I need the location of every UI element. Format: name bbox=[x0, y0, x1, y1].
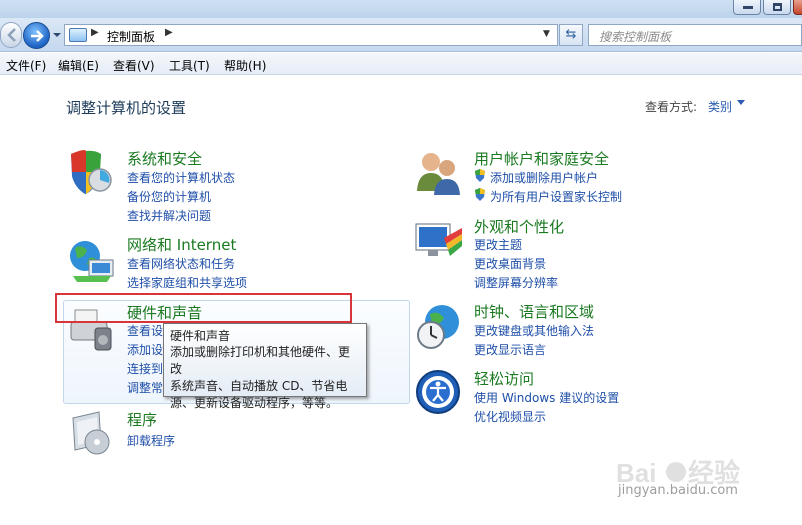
link-add-device[interactable]: 添加设 bbox=[127, 341, 163, 358]
ease-of-access-icon bbox=[416, 370, 460, 414]
tooltip-line: 系统声音、自动播放 CD、节省电 bbox=[170, 379, 348, 393]
category-system-security[interactable]: 系统和安全 bbox=[127, 148, 202, 169]
refresh-icon: ⇆ bbox=[565, 27, 577, 42]
uac-shield-icon bbox=[475, 188, 485, 201]
network-globe-icon bbox=[70, 241, 114, 282]
uac-shield-icon bbox=[475, 169, 485, 182]
clock-language-region-icon bbox=[417, 305, 459, 349]
category-network-internet[interactable]: 网络和 Internet bbox=[127, 234, 236, 255]
tooltip: 硬件和声音 添加或删除打印机和其他硬件、更改 系统声音、自动播放 CD、节省电 … bbox=[163, 323, 367, 410]
watermark-text: jingyan.baidu.com bbox=[618, 483, 738, 498]
title-bar bbox=[0, 0, 802, 18]
link-view-devices[interactable]: 查看设 bbox=[127, 322, 163, 339]
view-by-label: 查看方式: bbox=[645, 100, 698, 114]
menu-bar: 文件(F) 编辑(E) 查看(V) 工具(T) 帮助(H) bbox=[0, 53, 802, 75]
link-view-computer-status[interactable]: 查看您的计算机状态 bbox=[127, 169, 235, 186]
view-by-dropdown[interactable]: 类别 bbox=[708, 98, 732, 115]
link-adjust-common-settings[interactable]: 调整常 bbox=[127, 379, 163, 396]
category-appearance[interactable]: 外观和个性化 bbox=[474, 216, 564, 237]
minimize-button[interactable] bbox=[733, 0, 761, 15]
link-parental-controls[interactable]: 为所有用户设置家长控制 bbox=[490, 188, 622, 205]
recent-pages-dropdown-icon[interactable] bbox=[52, 31, 62, 39]
breadcrumb-control-panel[interactable]: 控制面板 bbox=[107, 28, 155, 45]
search-input[interactable]: 搜索控制面板 bbox=[599, 28, 671, 45]
forward-arrow-icon bbox=[31, 30, 44, 42]
category-ease-of-access[interactable]: 轻松访问 bbox=[474, 368, 534, 389]
maximize-icon bbox=[773, 3, 782, 11]
maximize-button[interactable] bbox=[763, 0, 791, 15]
forward-button[interactable] bbox=[23, 22, 50, 49]
back-button[interactable] bbox=[0, 22, 22, 48]
user-accounts-icon bbox=[417, 153, 460, 195]
control-panel-content: 调整计算机的设置 查看方式: 类别 系统和安全 查看您的计算机状态 备份您的计算… bbox=[0, 76, 802, 525]
highlight-box bbox=[55, 293, 352, 323]
tooltip-title: 硬件和声音 bbox=[170, 329, 231, 343]
link-troubleshoot[interactable]: 查找并解决问题 bbox=[127, 207, 211, 224]
menu-edit[interactable]: 编辑(E) bbox=[58, 57, 99, 74]
view-by-caret-icon[interactable] bbox=[737, 100, 745, 105]
navigation-bar: ▶ 控制面板 ▶ ▼ ⇆ 搜索控制面板 bbox=[0, 18, 802, 52]
link-change-keyboard[interactable]: 更改键盘或其他输入法 bbox=[474, 322, 594, 339]
category-clock-language-region[interactable]: 时钟、语言和区域 bbox=[474, 301, 594, 322]
address-bar[interactable]: ▶ 控制面板 ▶ ▼ bbox=[64, 24, 558, 46]
link-change-display-language[interactable]: 更改显示语言 bbox=[474, 341, 546, 358]
link-change-desktop-background[interactable]: 更改桌面背景 bbox=[474, 255, 546, 272]
link-windows-recommended-settings[interactable]: 使用 Windows 建议的设置 bbox=[474, 389, 619, 406]
system-security-shield-icon bbox=[71, 150, 112, 194]
link-uninstall-program[interactable]: 卸载程序 bbox=[127, 432, 175, 449]
search-box[interactable]: 搜索控制面板 bbox=[588, 24, 802, 46]
menu-help[interactable]: 帮助(H) bbox=[224, 57, 266, 74]
appearance-personalization-icon bbox=[415, 223, 462, 256]
breadcrumb-arrow-icon[interactable]: ▶ bbox=[91, 27, 99, 38]
refresh-button[interactable]: ⇆ bbox=[559, 24, 583, 46]
link-network-status[interactable]: 查看网络状态和任务 bbox=[127, 255, 235, 272]
programs-icon bbox=[72, 411, 110, 455]
close-button[interactable] bbox=[793, 0, 802, 15]
tooltip-line: 源、更新设备驱动程序，等等。 bbox=[170, 396, 339, 410]
control-panel-icon bbox=[69, 28, 87, 42]
menu-view[interactable]: 查看(V) bbox=[113, 57, 155, 74]
menu-tools[interactable]: 工具(T) bbox=[169, 57, 210, 74]
category-programs[interactable]: 程序 bbox=[127, 409, 157, 430]
menu-file[interactable]: 文件(F) bbox=[6, 57, 46, 74]
link-connect-projector[interactable]: 连接到 bbox=[127, 360, 163, 377]
link-add-remove-user-accounts[interactable]: 添加或删除用户帐户 bbox=[490, 169, 598, 186]
breadcrumb-arrow-icon[interactable]: ▶ bbox=[165, 27, 173, 38]
address-dropdown-icon[interactable]: ▼ bbox=[543, 29, 550, 39]
tooltip-line: 添加或删除打印机和其他硬件、更改 bbox=[170, 345, 351, 376]
link-adjust-screen-resolution[interactable]: 调整屏幕分辨率 bbox=[474, 274, 558, 291]
link-change-theme[interactable]: 更改主题 bbox=[474, 236, 522, 253]
back-arrow-icon bbox=[7, 28, 16, 42]
link-backup-computer[interactable]: 备份您的计算机 bbox=[127, 188, 211, 205]
link-homegroup-sharing[interactable]: 选择家庭组和共享选项 bbox=[127, 274, 247, 291]
page-title: 调整计算机的设置 bbox=[66, 99, 187, 117]
link-optimize-video-display[interactable]: 优化视频显示 bbox=[474, 408, 546, 425]
minimize-icon bbox=[743, 6, 753, 9]
category-user-accounts[interactable]: 用户帐户和家庭安全 bbox=[474, 148, 609, 169]
